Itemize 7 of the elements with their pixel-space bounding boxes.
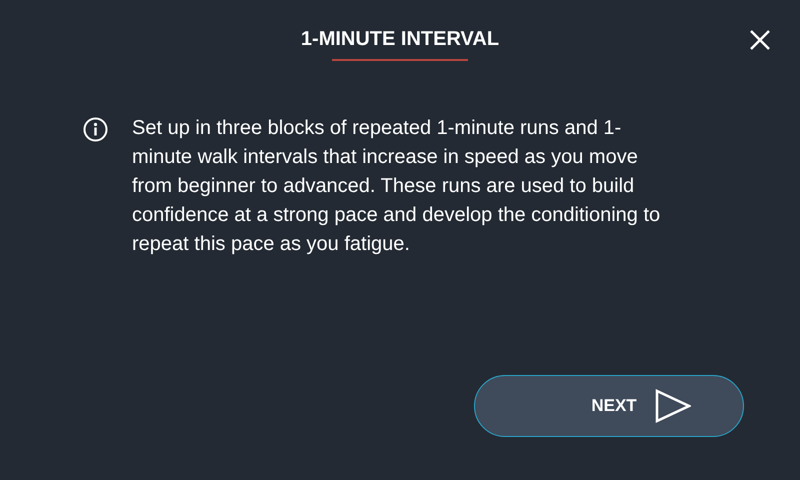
next-button[interactable]: NEXT: [474, 375, 744, 437]
workout-description: Set up in three blocks of repeated 1-minute runs and 1-minute walk intervals that increase in speed as you move from beginner to advanced. These runs are used to build confidence at a strong pace and develop the conditioning to repeat this pace as you fatigue.: [132, 116, 662, 257]
dialog-title: 1-MINUTE INTERVAL: [300, 27, 500, 52]
close-button[interactable]: [748, 28, 772, 52]
play-icon: [654, 389, 691, 423]
info-icon: [83, 117, 108, 142]
close-icon: [749, 29, 771, 51]
